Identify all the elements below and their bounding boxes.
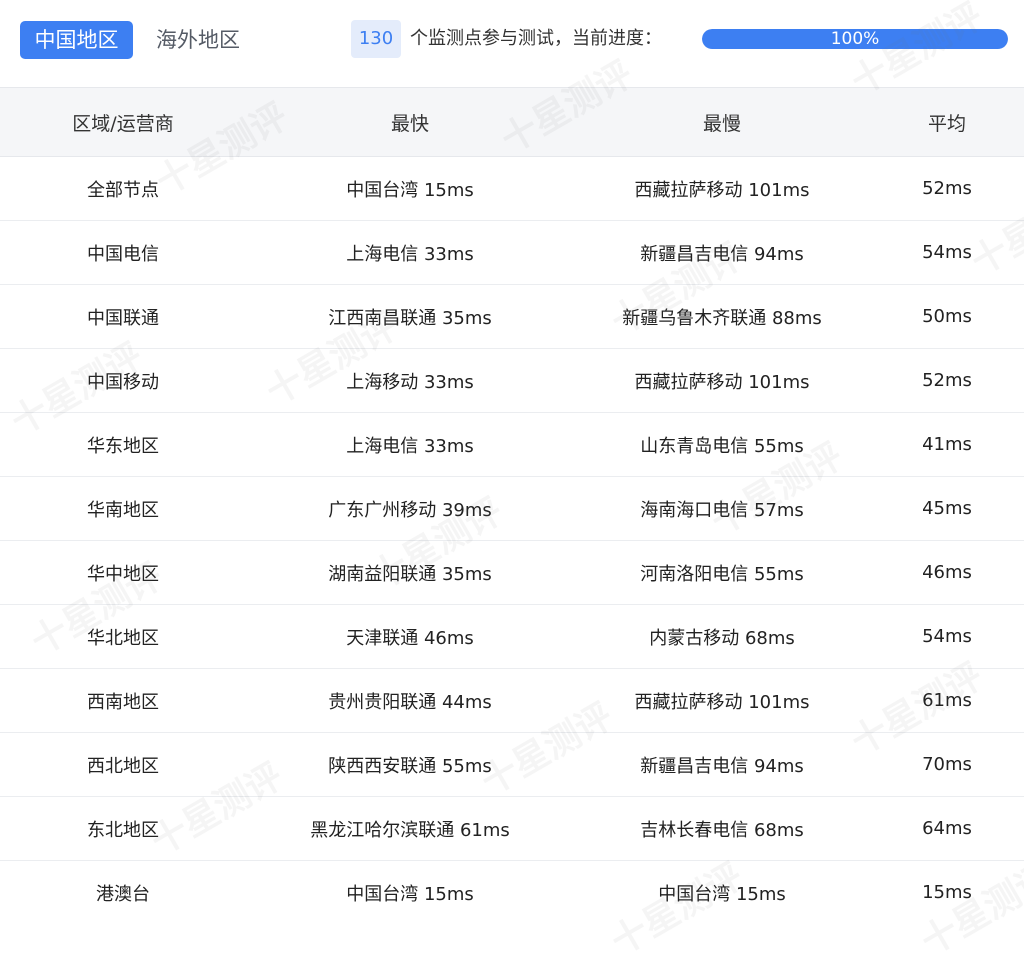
table-row: 西南地区 贵州贵阳联通 44ms 西藏拉萨移动 101ms 61ms (0, 668, 1024, 733)
table-row: 东北地区 黑龙江哈尔滨联通 61ms 吉林长春电信 68ms 64ms (0, 796, 1024, 861)
table-row: 华中地区 湖南益阳联通 35ms 河南洛阳电信 55ms 46ms (0, 540, 1024, 605)
cell-average: 46ms (870, 540, 1024, 605)
cell-fastest: 中国台湾 15ms (246, 156, 574, 221)
cell-region: 港澳台 (96, 883, 150, 905)
cell-region: 华东地区 (0, 412, 246, 477)
cell-average: 54ms (870, 604, 1024, 669)
cell-fastest: 湖南益阳联通 35ms (246, 540, 574, 605)
cell-average: 61ms (870, 668, 1024, 733)
table-row: 中国联通 江西南昌联通 35ms 新疆乌鲁木齐联通 88ms 50ms (0, 284, 1024, 349)
cell-region: 中国联通 (0, 284, 246, 349)
cell-average: 52ms (870, 348, 1024, 413)
cell-slowest: 西藏拉萨移动 101ms (574, 156, 870, 221)
table-body: 全部节点 中国台湾 15ms 西藏拉萨移动 101ms 52ms 中国电信 上海电信 33… (0, 156, 1024, 925)
cell-slowest: 河南洛阳电信 55ms (574, 540, 870, 605)
table-row: 西北地区 陕西西安联通 55ms 新疆昌吉电信 94ms 70ms (0, 732, 1024, 797)
cell-fastest: 广东广州移动 39ms (246, 476, 574, 541)
cell-average: 41ms (870, 412, 1024, 477)
cell-average: 50ms (870, 284, 1024, 349)
cell-slowest: 西藏拉萨移动 101ms (574, 348, 870, 413)
cell-fastest: 陕西西安联通 55ms (246, 732, 574, 797)
column-header-fastest: 最快 (246, 87, 574, 157)
cell-fastest: 中国台湾 15ms (346, 883, 474, 905)
cell-fastest: 上海电信 33ms (246, 412, 574, 477)
cell-fastest: 天津联通 46ms (246, 604, 574, 669)
progress-label: 个监测点参与测试，当前进度： (410, 28, 662, 49)
cell-fastest: 江西南昌联通 35ms (246, 284, 574, 349)
cell-region: 华南地区 (0, 476, 246, 541)
table-row: 华东地区 上海电信 33ms 山东青岛电信 55ms 41ms (0, 412, 1024, 477)
cell-region: 华北地区 (0, 604, 246, 669)
cell-slowest: 西藏拉萨移动 101ms (574, 668, 870, 733)
table-row: 全部节点 中国台湾 15ms 西藏拉萨移动 101ms 52ms (0, 156, 1024, 221)
column-header-region: 区域/运营商 (0, 87, 246, 157)
table-header-row: 区域/运营商 最快 最慢 平均 (0, 87, 1024, 157)
cell-region: 东北地区 (0, 796, 246, 861)
table-row: 中国移动 上海移动 33ms 西藏拉萨移动 101ms 52ms (0, 348, 1024, 413)
cell-slowest: 海南海口电信 57ms (574, 476, 870, 541)
cell-slowest: 中国台湾 15ms (658, 883, 786, 905)
column-header-slowest: 最慢 (574, 87, 870, 157)
cell-region: 全部节点 (0, 156, 246, 221)
tab-china-region[interactable]: 中国地区 (20, 21, 133, 59)
cell-region: 西南地区 (0, 668, 246, 733)
cell-average: 45ms (870, 476, 1024, 541)
monitor-count-badge: 130 (351, 20, 401, 58)
table-row: 港澳台 中国台湾 15ms 中国台湾 15ms 15ms (0, 861, 1024, 925)
cell-fastest: 黑龙江哈尔滨联通 61ms (246, 796, 574, 861)
column-header-average: 平均 (870, 87, 1024, 157)
table-row: 中国电信 上海电信 33ms 新疆昌吉电信 94ms 54ms (0, 220, 1024, 285)
cell-slowest: 内蒙古移动 68ms (574, 604, 870, 669)
cell-average: 15ms (922, 882, 972, 904)
cell-region: 华中地区 (0, 540, 246, 605)
cell-fastest: 上海移动 33ms (246, 348, 574, 413)
cell-average: 52ms (870, 156, 1024, 221)
table-row: 华南地区 广东广州移动 39ms 海南海口电信 57ms 45ms (0, 476, 1024, 541)
cell-fastest: 贵州贵阳联通 44ms (246, 668, 574, 733)
cell-slowest: 吉林长春电信 68ms (574, 796, 870, 861)
tab-overseas-region[interactable]: 海外地区 (146, 21, 250, 59)
table-row: 华北地区 天津联通 46ms 内蒙古移动 68ms 54ms (0, 604, 1024, 669)
cell-average: 64ms (870, 796, 1024, 861)
cell-region: 中国电信 (0, 220, 246, 285)
cell-slowest: 新疆乌鲁木齐联通 88ms (574, 284, 870, 349)
cell-average: 70ms (870, 732, 1024, 797)
cell-slowest: 新疆昌吉电信 94ms (574, 220, 870, 285)
cell-region: 中国移动 (0, 348, 246, 413)
progress-percent: 100% (830, 29, 880, 49)
latency-table: 区域/运营商 最快 最慢 平均 全部节点 中国台湾 15ms 西藏拉萨移动 101m… (0, 87, 1024, 925)
progress-bar: 100% (702, 29, 1008, 49)
top-bar: 中国地区 海外地区 130 个监测点参与测试，当前进度： 100% (0, 0, 1024, 86)
cell-fastest: 上海电信 33ms (246, 220, 574, 285)
cell-average: 54ms (870, 220, 1024, 285)
cell-slowest: 新疆昌吉电信 94ms (574, 732, 870, 797)
cell-slowest: 山东青岛电信 55ms (574, 412, 870, 477)
cell-region: 西北地区 (0, 732, 246, 797)
